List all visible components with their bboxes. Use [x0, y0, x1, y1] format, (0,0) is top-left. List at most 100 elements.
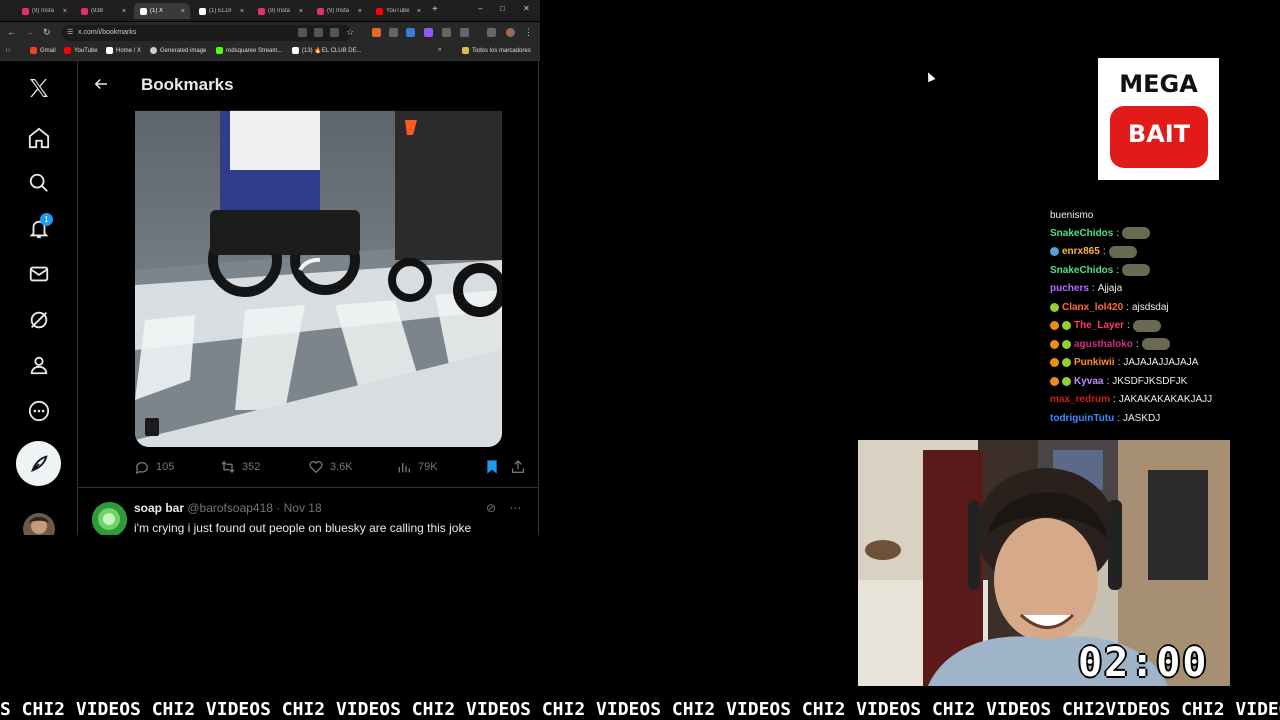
bookmark-button[interactable]: [484, 459, 500, 475]
repost-count: 352: [242, 461, 261, 473]
bookmark-gmail[interactable]: Gmail: [30, 47, 56, 54]
post-actions: 105 352 3.6K 79K: [134, 459, 524, 479]
folder-icon: [462, 47, 469, 54]
chat-username[interactable]: SnakeChidos: [1050, 228, 1113, 239]
chat-username[interactable]: puchers: [1050, 283, 1089, 294]
menu-kebab-icon[interactable]: ⋮: [524, 27, 533, 38]
chat-separator: :: [1102, 246, 1106, 257]
tab-instagram-4[interactable]: (9) Insta ×: [311, 3, 367, 19]
chat-message: puchers: Ajjaja: [1050, 282, 1122, 296]
tab-instagram-2[interactable]: (938 ×: [75, 3, 131, 19]
tab-label: (1) ELDI: [209, 8, 232, 14]
tab-youtube[interactable]: YouTube ×: [370, 3, 426, 19]
reply-button[interactable]: 105: [134, 459, 174, 475]
chat-username[interactable]: Punkiwii: [1074, 357, 1115, 368]
page-header: Bookmarks: [78, 61, 538, 111]
bookmark-home-x[interactable]: Home / X: [106, 47, 141, 54]
chat-message: max_redrum: JAKAKAKAKAKJAJJ: [1050, 393, 1212, 407]
maximize-icon[interactable]: □: [500, 4, 505, 13]
chat-username[interactable]: agusthaloko: [1074, 339, 1133, 350]
site-info-icon[interactable]: ☰: [67, 25, 73, 41]
bookmark-youtube[interactable]: YouTube: [64, 47, 98, 54]
share-button[interactable]: [510, 459, 526, 475]
all-bookmarks-folder[interactable]: Todos los marcadores: [462, 47, 531, 54]
chat-badge-icon: [1050, 302, 1059, 312]
post-author-name[interactable]: soap bar: [134, 501, 184, 515]
chat-username[interactable]: The_Layer: [1074, 320, 1124, 331]
close-icon[interactable]: ×: [181, 8, 185, 15]
more-bookmarks-chevron[interactable]: »: [438, 47, 441, 53]
extension-icon[interactable]: [406, 28, 415, 37]
views-button[interactable]: 79K: [396, 459, 438, 475]
minimize-icon[interactable]: –: [478, 4, 482, 13]
extension-icon[interactable]: [442, 28, 451, 37]
profile-icon[interactable]: [26, 352, 52, 378]
back-icon[interactable]: ←: [7, 27, 16, 37]
chat-username[interactable]: enrx865: [1062, 246, 1100, 257]
account-avatar[interactable]: [23, 513, 55, 535]
chat-message: Kyvaa: JKSDFJKSDFJK: [1050, 374, 1187, 388]
reload-icon[interactable]: ↻: [43, 27, 51, 38]
chat-text: JKSDFJKSDFJK: [1112, 375, 1188, 387]
tab-instagram-1[interactable]: (9) Insta ×: [16, 3, 72, 19]
repost-button[interactable]: 352: [220, 459, 260, 475]
like-button[interactable]: 3.6K: [308, 459, 353, 475]
chat-username[interactable]: SnakeChidos: [1050, 265, 1113, 276]
chat-emote-icon: [1122, 264, 1151, 276]
post-author-avatar[interactable]: [92, 502, 127, 535]
reply-count: 105: [156, 461, 175, 473]
home-icon[interactable]: [26, 125, 52, 151]
grok-icon[interactable]: ⊘: [486, 501, 496, 515]
bookmark-el-club[interactable]: (13) 🔥EL CLUB DE...: [292, 47, 362, 54]
close-icon[interactable]: ×: [63, 8, 67, 15]
search-icon[interactable]: [26, 170, 52, 196]
bookmark-generated-image[interactable]: Generated image: [150, 47, 206, 54]
messages-mail-icon[interactable]: [26, 261, 52, 287]
forward-icon[interactable]: →: [25, 27, 34, 37]
close-icon[interactable]: ×: [299, 8, 303, 15]
browser-window: (9) Insta × (938 × (1) X × (1) ELDI × (9…: [0, 0, 540, 535]
chat-username[interactable]: Kyvaa: [1074, 376, 1103, 387]
compose-post-button[interactable]: [16, 441, 61, 486]
close-icon[interactable]: ×: [122, 8, 126, 15]
more-circle-icon[interactable]: [26, 398, 52, 424]
x-logo-icon[interactable]: [26, 75, 52, 101]
post-date[interactable]: · Nov 18: [276, 501, 321, 515]
chat-badge-icon: [1050, 376, 1059, 386]
chat-emote-icon: [1141, 338, 1170, 350]
extension-icon[interactable]: [372, 28, 381, 37]
tab-x-eldi[interactable]: (1) ELDI ×: [193, 3, 249, 19]
chat-message: Clanx_lol420: ajsdsdaj: [1050, 300, 1169, 314]
window-close-icon[interactable]: ✕: [523, 4, 530, 13]
more-dots-icon[interactable]: ⋯: [509, 501, 521, 515]
extension-icon[interactable]: [487, 28, 496, 37]
close-icon[interactable]: ×: [240, 8, 244, 15]
tab-x-active[interactable]: (1) X ×: [134, 3, 190, 19]
bookmark-kick-stream[interactable]: rodsquaree Stream...: [216, 47, 282, 54]
tab-label: (9) Insta: [268, 8, 291, 14]
back-arrow-icon[interactable]: [92, 75, 110, 98]
bookmark-label: YouTube: [74, 47, 98, 54]
close-icon[interactable]: ×: [417, 8, 421, 15]
grok-icon[interactable]: [26, 307, 52, 333]
extensions-puzzle-icon[interactable]: [460, 28, 469, 37]
apps-icon[interactable]: ∷: [6, 47, 10, 54]
zoom-icon[interactable]: [314, 28, 323, 37]
extension-icon[interactable]: [424, 28, 433, 37]
extension-icon[interactable]: [389, 28, 398, 37]
profile-avatar[interactable]: [506, 28, 515, 37]
feather-icon: [30, 454, 48, 472]
post-video-media[interactable]: [135, 110, 502, 447]
translate-icon[interactable]: [298, 28, 307, 37]
post-author-handle[interactable]: @barofsoap418: [187, 501, 273, 515]
tab-instagram-3[interactable]: (9) Insta ×: [252, 3, 308, 19]
chat-username[interactable]: todriguinTutu: [1050, 413, 1114, 424]
install-icon[interactable]: [330, 28, 339, 37]
address-bar[interactable]: ☰ x.com/i/bookmarks: [62, 25, 352, 41]
star-icon[interactable]: ☆: [346, 27, 354, 38]
chat-username[interactable]: Clanx_lol420: [1062, 302, 1123, 313]
chat-username[interactable]: max_redrum: [1050, 394, 1110, 405]
close-icon[interactable]: ×: [358, 8, 362, 15]
chat-separator: :: [1135, 338, 1139, 350]
new-tab-button[interactable]: +: [432, 4, 438, 15]
